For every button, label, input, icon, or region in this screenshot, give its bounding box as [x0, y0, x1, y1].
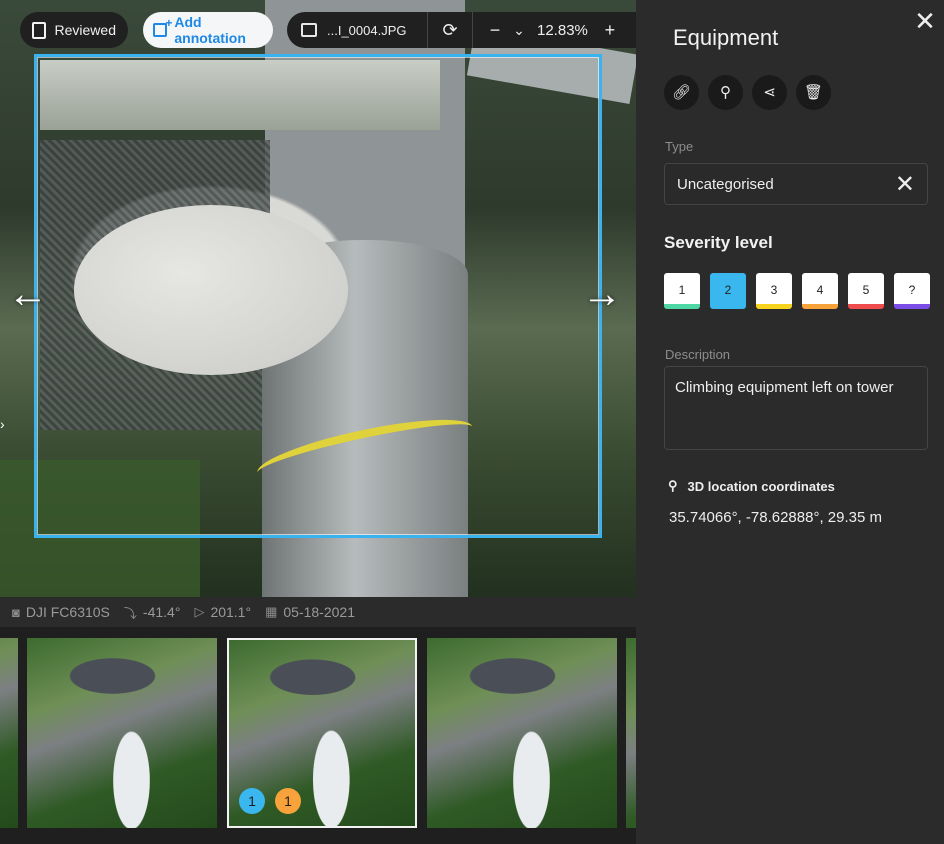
thumbnail[interactable]	[27, 638, 217, 828]
severity-option-1[interactable]: 1	[664, 273, 700, 309]
annotation-title: Equipment	[673, 25, 779, 50]
type-value: Uncategorised	[677, 175, 774, 193]
annotation-badge[interactable]: 1	[239, 788, 265, 814]
trash-icon[interactable]: 🗑︎	[796, 75, 831, 110]
severity-option-4[interactable]: 4	[802, 273, 838, 309]
thumbnail-partial-left[interactable]	[0, 638, 18, 828]
link-icon[interactable]: 🔗︎	[664, 75, 699, 110]
file-toolbar: ...I_0004.JPG ⟳ − ⌄ 12.83% +	[287, 12, 636, 48]
clear-type-icon[interactable]: ✕	[895, 170, 915, 199]
thumbnail[interactable]	[427, 638, 617, 828]
gimbal-pitch-icon: ⤵	[123, 605, 137, 621]
annotation-detail-panel: ✕ Equipment 🔗︎ ⚲ ⋖ 🗑︎ Type Uncategorised…	[636, 0, 944, 844]
share-icon[interactable]: ⋖	[752, 75, 787, 110]
image-viewer: ← → › Reviewed Add annotation ...I_0004.…	[0, 0, 636, 844]
add-annotation-icon	[153, 16, 173, 37]
toolbar-divider	[472, 12, 473, 48]
previous-image-arrow-icon[interactable]: ←	[8, 272, 48, 316]
camera-icon: ◙	[12, 604, 20, 620]
add-annotation-button[interactable]: Add annotation	[143, 12, 273, 48]
reviewed-label: Reviewed	[54, 22, 116, 38]
thumbnail-strip: 1 1	[0, 627, 636, 844]
heading-icon: ▷	[194, 604, 205, 619]
location-heading-text: 3D location coordinates	[687, 478, 835, 494]
image-file-icon	[301, 23, 317, 37]
severity-title: Severity level	[664, 233, 773, 252]
description-label: Description	[665, 347, 731, 362]
heading-info: ▷ 201.1°	[194, 604, 251, 620]
filename: ...I_0004.JPG	[327, 22, 407, 38]
location-heading: ⚲ 3D location coordinates	[668, 478, 835, 494]
rotate-image-icon[interactable]: ⟳	[438, 12, 462, 48]
gimbal-pitch: -41.4°	[142, 604, 181, 620]
zoom-dropdown-chevron-icon[interactable]: ⌄	[507, 12, 531, 48]
severity-option-2[interactable]: 2	[710, 273, 746, 309]
reviewed-toggle[interactable]: Reviewed	[20, 12, 128, 48]
calendar-icon: ▦	[265, 604, 278, 619]
date-info: ▦ 05-18-2021	[265, 604, 355, 620]
camera-model: DJI FC6310S	[25, 604, 110, 620]
heading: 201.1°	[210, 604, 252, 620]
close-icon[interactable]: ✕	[913, 8, 937, 34]
annotation-badge[interactable]: 1	[275, 788, 301, 814]
location-pin-icon[interactable]: ⚲	[708, 75, 743, 110]
add-annotation-label: Add annotation	[174, 14, 246, 46]
toolbar-divider	[427, 12, 428, 48]
annotation-actions: 🔗︎ ⚲ ⋖ 🗑︎	[664, 75, 831, 110]
severity-selector: 1 2 3 4 5 ?	[664, 273, 930, 309]
severity-option-5[interactable]: 5	[848, 273, 884, 309]
pitch-info: ⤵ -41.4°	[124, 603, 181, 622]
thumbnail-partial-right[interactable]	[626, 638, 636, 828]
type-select[interactable]: Uncategorised ✕	[664, 163, 928, 205]
reviewed-checkbox[interactable]	[32, 21, 46, 39]
severity-option-3[interactable]: 3	[756, 273, 792, 309]
inspection-photo[interactable]	[0, 0, 636, 597]
type-label: Type	[665, 139, 694, 154]
thumbnail-selected[interactable]: 1 1	[227, 638, 417, 828]
location-pin-icon: ⚲	[668, 478, 678, 493]
zoom-level[interactable]: 12.83%	[537, 22, 588, 39]
capture-date: 05-18-2021	[283, 604, 355, 620]
camera-info: ◙ DJI FC6310S	[12, 604, 110, 620]
zoom-out-icon[interactable]: −	[483, 12, 507, 48]
severity-option-unknown[interactable]: ?	[894, 273, 930, 309]
description-field[interactable]: Climbing equipment left on tower	[664, 366, 928, 450]
next-image-arrow-icon[interactable]: →	[582, 272, 622, 316]
image-metadata-bar: ◙ DJI FC6310S ⤵ -41.4° ▷ 201.1° ▦ 05-18-2021	[0, 597, 636, 627]
expand-panel-chevron-icon[interactable]: ›	[0, 412, 10, 436]
zoom-in-icon[interactable]: +	[598, 12, 622, 48]
coordinates-value: 35.74066°, -78.62888°, 29.35 m	[669, 509, 882, 526]
annotation-bounding-box[interactable]	[34, 54, 602, 538]
